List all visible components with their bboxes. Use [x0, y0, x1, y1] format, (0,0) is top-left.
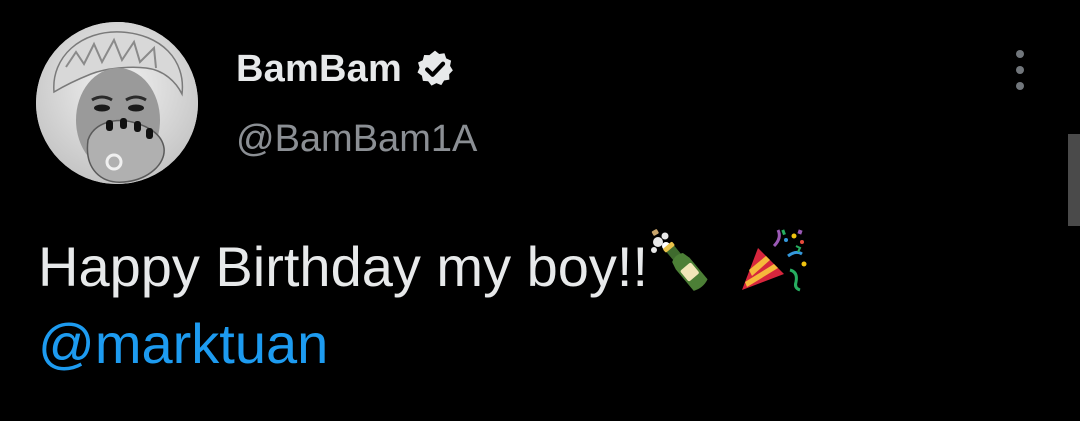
more-options-button[interactable] — [1004, 50, 1036, 90]
tweet-text: Happy Birthday my boy!! — [38, 235, 649, 298]
display-name[interactable]: BamBam — [236, 48, 402, 91]
more-vertical-icon — [1016, 50, 1024, 58]
author-name-row[interactable]: BamBam — [236, 46, 456, 92]
tweet-body: Happy Birthday my boy!! — [38, 226, 810, 307]
verified-badge-icon — [414, 48, 456, 90]
mention-link[interactable]: @marktuan — [38, 312, 328, 376]
tweet[interactable]: BamBam @BamBam1A Happy Birthday my boy!! — [0, 0, 1080, 421]
bottle-with-popping-cork-icon — [648, 228, 714, 307]
author-handle[interactable]: @BamBam1A — [236, 118, 477, 161]
avatar[interactable] — [36, 22, 198, 184]
scrollbar[interactable] — [1068, 134, 1080, 226]
avatar-photo — [36, 22, 198, 184]
party-popper-icon — [738, 226, 810, 307]
